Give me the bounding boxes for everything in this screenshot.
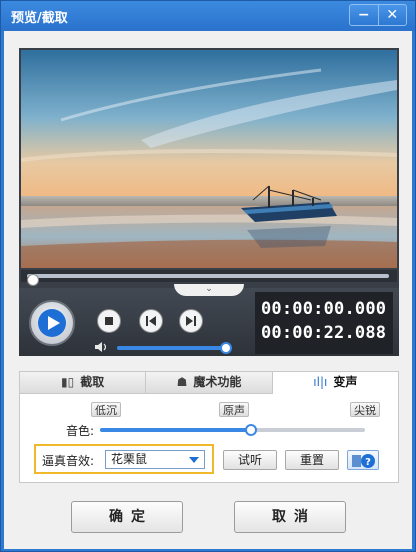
current-time: 00:00:00.000 — [261, 299, 387, 319]
pitch-mark-high[interactable]: 尖锐 — [350, 402, 380, 417]
effect-dropdown[interactable]: 花栗鼠 — [105, 450, 205, 469]
window-controls: − ✕ — [349, 4, 407, 26]
preview-dialog: 预览/截取 − ✕ ⌄ 00:00:00.000 00:00:22.088 ▮▯… — [0, 0, 416, 552]
preview-listen-button[interactable]: 试听 — [223, 450, 277, 470]
edit-panel: ▮▯ 截取 ☗ 魔术功能 ıl|ı 变声 低沉 原声 尖锐 音色: 逼真音效: — [19, 371, 399, 483]
collapse-toggle[interactable]: ⌄ — [174, 284, 244, 296]
time-display: 00:00:00.000 00:00:22.088 — [255, 292, 393, 354]
next-frame-button[interactable] — [179, 309, 203, 333]
beach-boat-scene — [21, 50, 397, 268]
play-button[interactable] — [29, 300, 75, 346]
sound-wave-icon: ıl|ı — [313, 375, 328, 389]
playback-progress[interactable] — [21, 270, 397, 286]
pitch-slider-handle[interactable] — [245, 424, 257, 436]
video-preview — [19, 48, 399, 288]
tab-voice-change[interactable]: ıl|ı 变声 — [272, 372, 398, 394]
tab-label: 截取 — [80, 375, 105, 389]
progress-handle[interactable] — [27, 274, 39, 286]
previous-frame-button[interactable] — [139, 309, 163, 333]
volume-handle[interactable] — [220, 342, 232, 354]
realistic-effect-group: 逼真音效: 花栗鼠 — [34, 444, 214, 474]
pitch-mark-original[interactable]: 原声 — [219, 402, 249, 417]
tab-magic[interactable]: ☗ 魔术功能 — [146, 372, 273, 394]
step-forward-icon — [186, 316, 196, 326]
svg-text:?: ? — [365, 457, 371, 468]
total-time: 00:00:22.088 — [261, 323, 387, 343]
panel-tabs: ▮▯ 截取 ☗ 魔术功能 ıl|ı 变声 — [20, 372, 398, 394]
pitch-mark-low[interactable]: 低沉 — [91, 402, 121, 417]
stop-button[interactable] — [97, 309, 121, 333]
stop-icon — [105, 317, 113, 325]
player-controls: ⌄ 00:00:00.000 00:00:22.088 — [19, 284, 399, 356]
chevron-down-icon — [189, 457, 199, 463]
close-button[interactable]: ✕ — [377, 5, 407, 25]
magic-hat-icon: ☗ — [176, 375, 188, 389]
pitch-slider[interactable] — [100, 424, 365, 436]
title-bar[interactable]: 预览/截取 − ✕ — [1, 1, 415, 31]
step-back-icon — [146, 316, 156, 326]
progress-track[interactable] — [27, 274, 389, 286]
tab-trim[interactable]: ▮▯ 截取 — [20, 372, 147, 394]
tab-label: 魔术功能 — [193, 375, 242, 389]
ok-button[interactable]: 确定 — [71, 501, 183, 533]
pitch-slider-fill — [100, 428, 251, 432]
reset-button[interactable]: 重置 — [285, 450, 339, 470]
volume-icon[interactable] — [94, 341, 108, 353]
effect-label: 逼真音效: — [42, 454, 95, 468]
help-icon: ? — [352, 454, 375, 468]
help-button[interactable]: ? — [347, 450, 379, 470]
tab-label: 变声 — [333, 375, 358, 389]
play-icon — [38, 309, 66, 337]
volume-slider[interactable] — [117, 346, 227, 350]
effect-selected-value: 花栗鼠 — [111, 452, 148, 466]
film-icon: ▮▯ — [61, 375, 75, 389]
window-title: 预览/截取 — [11, 11, 68, 26]
dialog-body: ⌄ 00:00:00.000 00:00:22.088 ▮▯ 截取 ☗ 魔术功能… — [4, 31, 412, 549]
cancel-button[interactable]: 取消 — [234, 501, 346, 533]
video-frame-image — [21, 50, 397, 268]
minimize-button[interactable]: − — [350, 5, 378, 25]
pitch-label: 音色: — [66, 424, 95, 438]
